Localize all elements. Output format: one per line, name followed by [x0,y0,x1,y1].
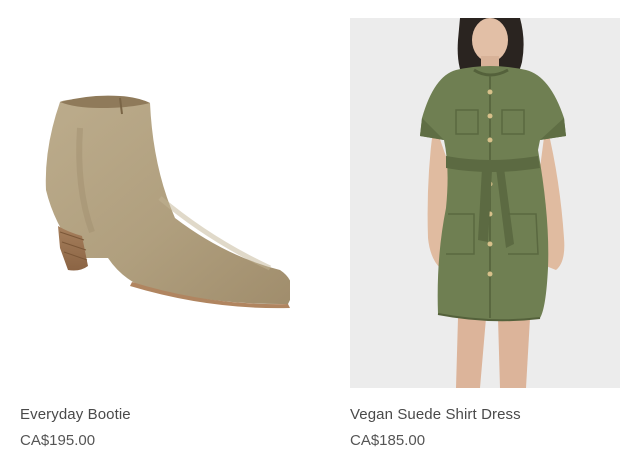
olive-shirt-dress-image [420,18,566,388]
product-price: CA$195.00 [20,432,96,449]
product-name[interactable]: Everyday Bootie [20,406,131,423]
product-card-vegan-suede-shirt-dress: Vegan Suede Shirt Dress CA$185.00 [350,18,620,449]
product-image-link[interactable] [20,18,290,388]
suede-ankle-bootie-image [45,95,290,309]
product-card-everyday-bootie: Everyday Bootie CA$195.00 [20,18,290,449]
product-image-link[interactable] [350,18,620,388]
product-price: CA$185.00 [350,432,426,449]
product-name[interactable]: Vegan Suede Shirt Dress [350,406,521,423]
